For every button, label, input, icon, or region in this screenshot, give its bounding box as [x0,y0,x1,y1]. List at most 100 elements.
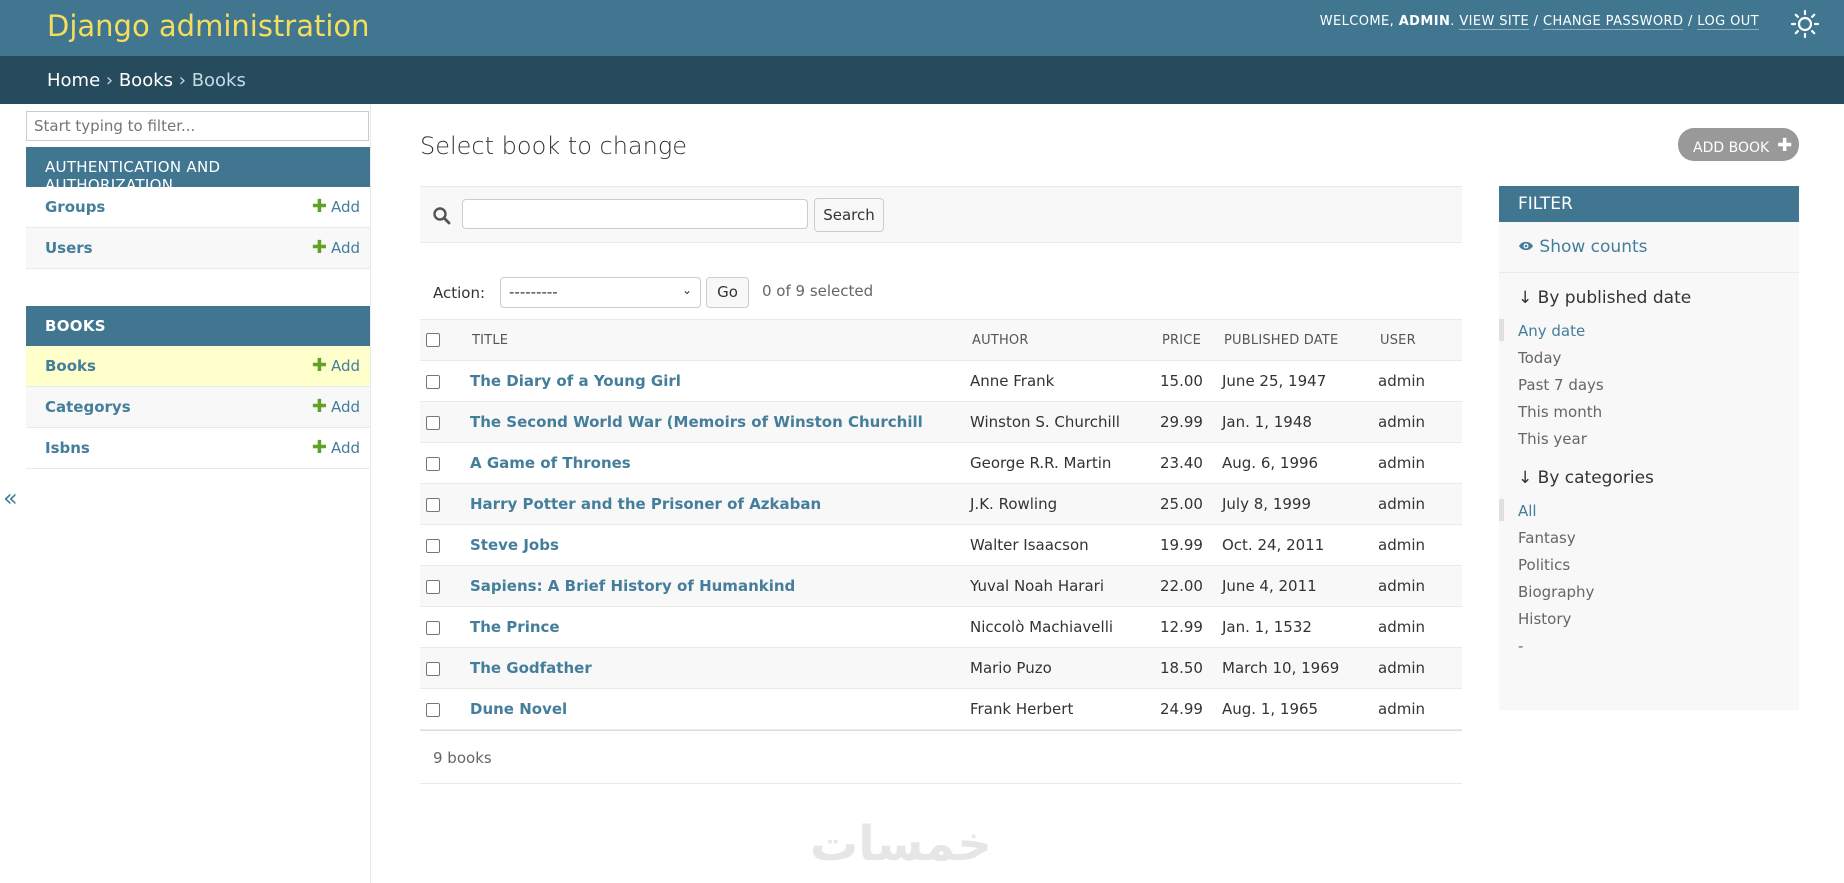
username: admin [1398,14,1451,29]
book-link[interactable]: The Prince [470,618,560,636]
module-caption-books[interactable]: Books [26,306,370,346]
add-users-link[interactable]: ✚ Add [312,237,360,258]
user-cell: admin [1372,688,1462,730]
column-header-published-date[interactable]: Published date [1216,319,1372,361]
table-row: The Prince Niccolò Machiavelli 12.99 Jan… [420,606,1462,648]
show-counts-label: Show counts [1539,237,1648,257]
published-date-cell: June 4, 2011 [1216,565,1372,607]
header: Django administration Welcome, admin. Vi… [0,0,1844,56]
add-isbns-link[interactable]: ✚ Add [312,437,360,458]
paginator: 9 books [420,730,1462,784]
add-book-button[interactable]: Add book ✚ [1678,128,1799,161]
title-cell: A Game of Thrones [464,442,964,484]
row-checkbox[interactable] [426,374,440,389]
sun-icon[interactable] [1790,9,1820,39]
published-date-cell: Aug. 6, 1996 [1216,442,1372,484]
site-name-link[interactable]: Django administration [47,9,370,43]
page-title: Select book to change [420,132,688,160]
model-link-categorys[interactable]: Categorys [45,398,131,416]
add-books-link[interactable]: ✚ Add [312,355,360,376]
nav-filter-input[interactable] [26,111,369,141]
filter-option[interactable]: - [1499,633,1799,660]
filter-title-published-date[interactable]: ↓ By published date [1499,288,1799,318]
show-counts-link[interactable]: Show counts [1499,222,1799,273]
column-header-author[interactable]: Author [964,319,1154,361]
filter-option[interactable]: Today [1499,345,1799,372]
row-checkbox[interactable] [426,702,440,717]
filter-option[interactable]: History [1499,606,1799,633]
book-link[interactable]: The Godfather [470,659,592,677]
row-checkbox[interactable] [426,497,440,512]
user-cell: admin [1372,401,1462,443]
filter-option[interactable]: Fantasy [1499,525,1799,552]
select-all-checkbox[interactable] [426,333,440,347]
column-header-price[interactable]: Price [1154,319,1216,361]
sidebar-item-books: Books ✚ Add [26,346,370,387]
published-date-cell: Jan. 1, 1532 [1216,606,1372,648]
action-bar: Action: --------- ⌄ Go 0 of 9 selected [420,276,1462,320]
filter-title-categories[interactable]: ↓ By categories [1499,468,1799,498]
filter-option[interactable]: This month [1499,399,1799,426]
breadcrumb-app[interactable]: Books [119,70,173,91]
sidebar-item-categorys: Categorys ✚ Add [26,387,370,428]
author-cell: Mario Puzo [964,647,1154,689]
row-checkbox[interactable] [426,538,440,553]
user-cell: admin [1372,483,1462,525]
filter-option[interactable]: This year [1499,426,1799,453]
filter-option[interactable]: Past 7 days [1499,372,1799,399]
model-link-groups[interactable]: Groups [45,198,105,216]
toggle-sidebar-button[interactable]: « [3,484,18,512]
author-cell: Walter Isaacson [964,524,1154,566]
filter-list-categories: All Fantasy Politics Biography History - [1499,498,1799,660]
book-link[interactable]: Harry Potter and the Prisoner of Azkaban [470,495,821,513]
module-caption-auth[interactable]: Authentication and Authorization [26,147,370,194]
search-button[interactable]: Search [814,198,884,232]
row-checkbox[interactable] [426,661,440,676]
title-cell: Dune Novel [464,688,964,730]
action-select[interactable]: --------- ⌄ [500,277,701,308]
book-link[interactable]: Steve Jobs [470,536,559,554]
model-link-books[interactable]: Books [45,357,96,375]
filter-option[interactable]: Biography [1499,579,1799,606]
title-cell: The Prince [464,606,964,648]
model-link-users[interactable]: Users [45,239,93,257]
book-link[interactable]: The Second World War (Memoirs of Winston… [470,413,923,431]
welcome-text: Welcome, [1319,14,1395,29]
column-header-title[interactable]: Title [464,319,964,361]
title-cell: The Godfather [464,647,964,689]
filter-option[interactable]: Any date [1499,318,1799,345]
row-checkbox[interactable] [426,579,440,594]
separator: / [1687,14,1693,29]
add-categorys-link[interactable]: ✚ Add [312,396,360,417]
table-row: Harry Potter and the Prisoner of Azkaban… [420,483,1462,525]
author-cell: Anne Frank [964,360,1154,402]
row-checkbox[interactable] [426,456,440,471]
add-label: Add [330,239,360,257]
price-cell: 25.00 [1154,483,1216,525]
price-cell: 23.40 [1154,442,1216,484]
table-row: The Second World War (Memoirs of Winston… [420,401,1462,443]
site-branding[interactable]: Django administration [47,9,370,43]
go-button[interactable]: Go [706,277,749,308]
breadcrumb-home[interactable]: Home [47,70,100,91]
log-out-link[interactable]: Log out [1697,14,1759,30]
row-checkbox[interactable] [426,415,440,430]
filter-option[interactable]: All [1499,498,1799,525]
user-tools: Welcome, admin. View site / Change passw… [1319,14,1759,30]
row-checkbox[interactable] [426,620,440,635]
book-link[interactable]: Dune Novel [470,700,567,718]
book-link[interactable]: The Diary of a Young Girl [470,372,681,390]
column-header-user[interactable]: User [1372,319,1462,361]
breadcrumb-separator: › [178,70,186,91]
change-password-link[interactable]: Change password [1542,14,1684,30]
book-link[interactable]: A Game of Thrones [470,454,631,472]
model-link-isbns[interactable]: Isbns [45,439,90,457]
book-link[interactable]: Sapiens: A Brief History of Humankind [470,577,795,595]
view-site-link[interactable]: View site [1459,14,1530,30]
table-row: A Game of Thrones George R.R. Martin 23.… [420,442,1462,484]
published-date-cell: July 8, 1999 [1216,483,1372,525]
add-groups-link[interactable]: ✚ Add [312,196,360,217]
search-input[interactable] [462,199,808,229]
filter-option[interactable]: Politics [1499,552,1799,579]
watermark-logo: خمسات [810,816,992,872]
